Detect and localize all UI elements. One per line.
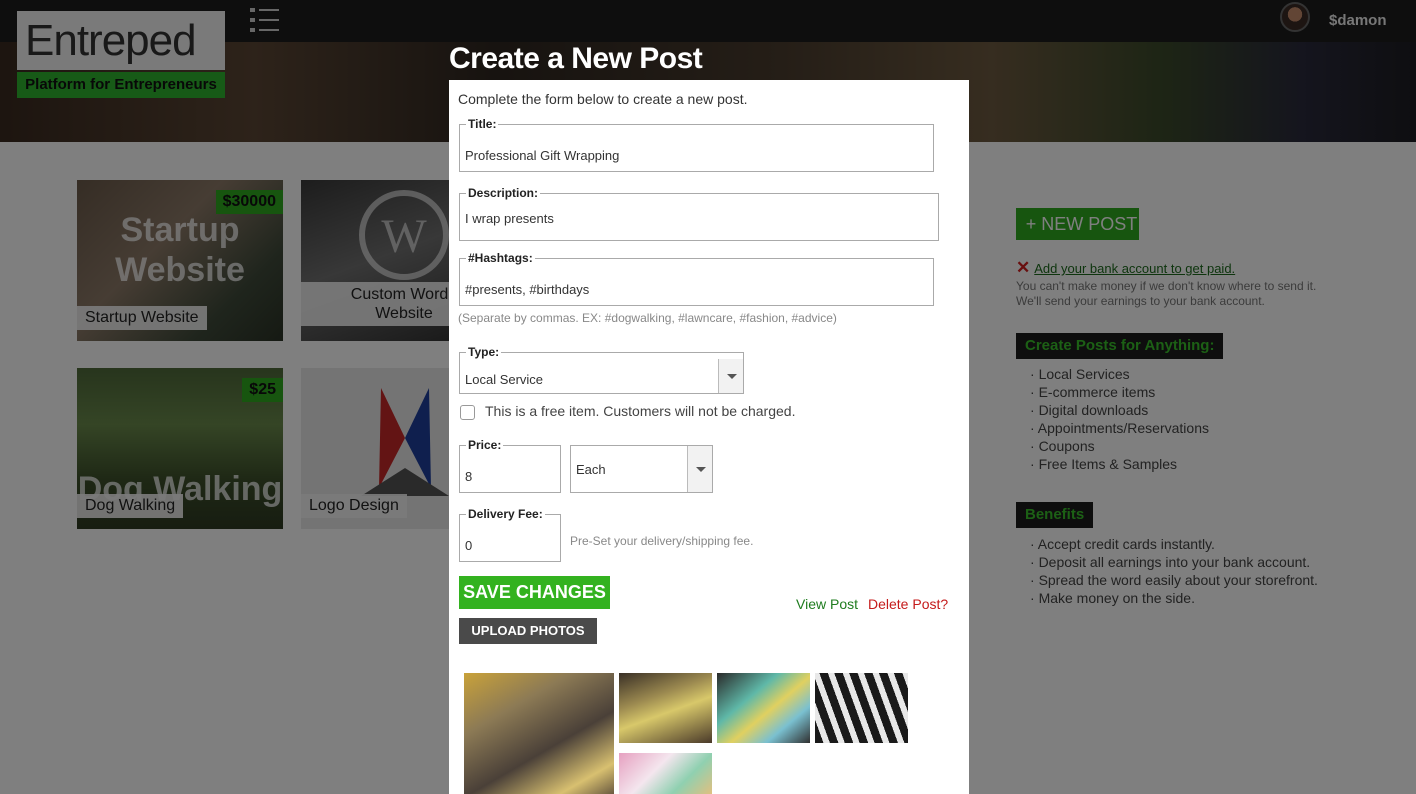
upload-photos-button[interactable]: UPLOAD PHOTOS — [459, 618, 597, 644]
type-value: Local Service — [465, 372, 544, 387]
price-field[interactable]: Price: 8 — [459, 438, 561, 493]
price-label: Price: — [468, 438, 502, 452]
delivery-fee-input[interactable]: 0 — [465, 538, 472, 553]
price-input[interactable]: 8 — [465, 469, 472, 484]
hashtags-hint: (Separate by commas. EX: #dogwalking, #l… — [458, 311, 837, 325]
modal-intro: Complete the form below to create a new … — [458, 91, 748, 107]
free-item-label[interactable]: This is a free item. Customers will not … — [485, 403, 795, 419]
delivery-fee-field[interactable]: Delivery Fee: 0 — [459, 507, 561, 562]
free-item-checkbox[interactable] — [460, 405, 475, 420]
photo-thumbnail[interactable] — [619, 753, 712, 794]
title-input[interactable]: Professional Gift Wrapping — [465, 148, 619, 163]
chevron-down-icon[interactable] — [718, 359, 743, 393]
type-label: Type: — [468, 345, 500, 359]
view-post-link[interactable]: View Post — [796, 596, 858, 612]
delete-post-link[interactable]: Delete Post? — [868, 596, 948, 612]
description-textarea[interactable]: I wrap presents — [465, 211, 554, 226]
delivery-fee-hint: Pre-Set your delivery/shipping fee. — [570, 534, 754, 548]
description-field[interactable]: Description: I wrap presents — [459, 186, 939, 241]
description-label: Description: — [468, 186, 539, 200]
photo-thumbnail[interactable] — [464, 673, 614, 794]
delivery-fee-label: Delivery Fee: — [468, 507, 543, 521]
hashtags-label: #Hashtags: — [468, 251, 533, 265]
create-post-modal: Complete the form below to create a new … — [449, 80, 969, 794]
modal-title: Create a New Post — [449, 42, 703, 75]
type-select[interactable]: Type: Local Service — [459, 345, 744, 394]
photo-thumbnail[interactable] — [619, 673, 712, 743]
save-changes-button[interactable]: SAVE CHANGES — [459, 576, 610, 609]
photo-thumbnail[interactable] — [717, 673, 810, 743]
unit-value: Each — [576, 462, 606, 477]
title-field[interactable]: Title: Professional Gift Wrapping — [459, 117, 934, 172]
photo-thumbnail[interactable] — [815, 673, 908, 743]
hashtags-input[interactable]: #presents, #birthdays — [465, 282, 589, 297]
unit-select[interactable]: Each — [570, 445, 713, 493]
chevron-down-icon[interactable] — [687, 446, 712, 492]
title-label: Title: — [468, 117, 497, 131]
hashtags-field[interactable]: #Hashtags: #presents, #birthdays — [459, 251, 934, 306]
